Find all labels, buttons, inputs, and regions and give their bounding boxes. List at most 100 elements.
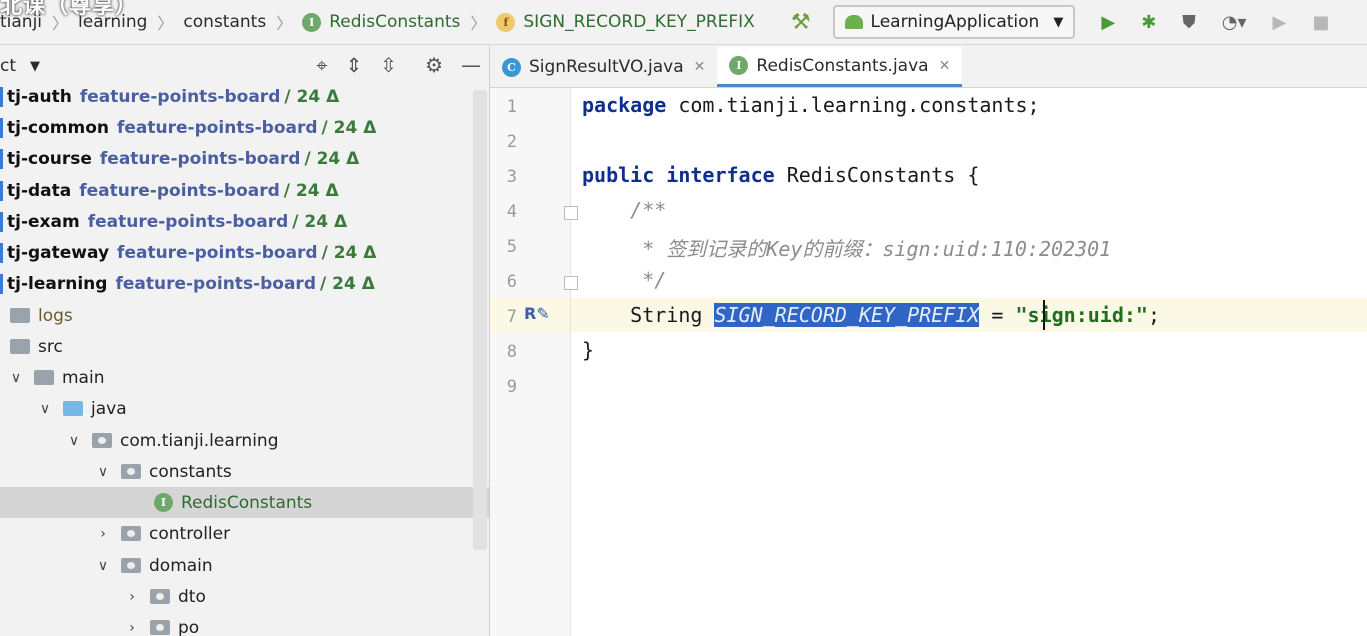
- tree-item-domain[interactable]: ∨ domain: [0, 550, 489, 581]
- tree-item-dto[interactable]: › dto: [0, 581, 489, 612]
- collapse-icon[interactable]: ⇳: [380, 53, 397, 77]
- tree-item-label: RedisConstants: [181, 492, 313, 513]
- chevron-right-icon: 〉: [157, 14, 174, 33]
- folder-icon: [34, 370, 54, 385]
- module-name: tj-gateway: [7, 242, 110, 263]
- fold-marker-icon[interactable]: [564, 206, 578, 220]
- interface-icon: I: [302, 12, 322, 32]
- hammer-icon[interactable]: ⚒: [791, 10, 811, 35]
- crosshair-icon[interactable]: ⌖: [316, 53, 327, 77]
- coverage-icon[interactable]: ⛊: [1182, 12, 1196, 33]
- chevron-down-icon[interactable]: ∨: [6, 370, 26, 386]
- run-disabled-icon[interactable]: ▶: [1273, 12, 1287, 33]
- project-panel-title[interactable]: ct: [0, 56, 16, 76]
- tree-item-module[interactable]: tj-common feature-points-board/ 24 Δ: [0, 112, 489, 143]
- project-tree-scrollbar[interactable]: [473, 90, 487, 550]
- stop-icon[interactable]: ■: [1312, 12, 1329, 33]
- tree-item-logs[interactable]: logs: [0, 300, 489, 331]
- tree-item-main[interactable]: ∨ main: [0, 362, 489, 393]
- git-branch: feature-points-board: [116, 117, 318, 138]
- code-line-1[interactable]: package com.tianji.learning.constants;: [582, 93, 1040, 117]
- tree-item-module[interactable]: tj-gateway feature-points-board/ 24 Δ: [0, 237, 489, 268]
- module-mark: [0, 117, 3, 138]
- tree-item-controller[interactable]: › controller: [0, 518, 489, 549]
- field-icon: f: [496, 12, 516, 32]
- breadcrumb-label: SIGN_RECORD_KEY_PREFIX: [523, 12, 755, 32]
- breadcrumb-item[interactable]: f SIGN_RECORD_KEY_PREFIX: [496, 12, 755, 32]
- run-configuration-select[interactable]: LearningApplication ▼: [832, 5, 1076, 39]
- fold-marker-icon[interactable]: [564, 276, 578, 290]
- code-line-6[interactable]: */: [582, 268, 666, 292]
- run-icon[interactable]: ▶: [1101, 12, 1115, 33]
- keyword: interface: [666, 163, 775, 187]
- chevron-right-icon[interactable]: ›: [122, 589, 142, 605]
- chevron-down-icon[interactable]: ∨: [93, 558, 113, 574]
- tree-item-package[interactable]: ∨ com.tianji.learning: [0, 425, 489, 456]
- implementation-marker-icon[interactable]: R✎: [524, 304, 550, 323]
- git-delta: / 24 Δ: [321, 242, 377, 263]
- tree-item-label: com.tianji.learning: [120, 430, 279, 451]
- chevron-down-icon[interactable]: ∨: [93, 464, 113, 480]
- gear-icon[interactable]: ⚙: [425, 53, 443, 77]
- keyword: package: [582, 93, 667, 117]
- tree-item-java[interactable]: ∨ java: [0, 393, 489, 424]
- chevron-down-icon[interactable]: ∨: [64, 433, 84, 449]
- chevron-right-icon: 〉: [276, 14, 293, 33]
- module-mark: [0, 273, 3, 294]
- package-name: com.tianji.learning.constants;: [666, 93, 1040, 117]
- tree-item-module[interactable]: tj-learning feature-points-board/ 24 Δ: [0, 268, 489, 299]
- navigation-bar: tianji 〉 learning 〉 constants 〉 I RedisConst…: [0, 0, 1367, 45]
- selected-constant: SIGN_RECORD_KEY_PREFIX: [714, 303, 980, 327]
- chevron-down-icon[interactable]: ∨: [35, 401, 55, 417]
- tree-item-module[interactable]: tj-auth feature-points-board/ 24 Δ: [0, 87, 489, 112]
- code-line-3[interactable]: public interface RedisConstants {: [582, 163, 979, 187]
- tree-item-module[interactable]: tj-course feature-points-board/ 24 Δ: [0, 143, 489, 174]
- editor-tabs: C SignResultVO.java ✕ I RedisConstants.java…: [490, 45, 1367, 88]
- chevron-down-icon[interactable]: ▼: [30, 59, 40, 74]
- tree-item-label: domain: [149, 555, 213, 576]
- tree-item-po[interactable]: › po: [0, 612, 489, 636]
- expand-icon[interactable]: ⇕: [346, 53, 363, 77]
- breadcrumb-item[interactable]: I RedisConstants 〉: [302, 10, 496, 34]
- run-configuration-label: LearningApplication: [870, 12, 1040, 32]
- profile-icon[interactable]: ◔▾: [1222, 12, 1247, 33]
- tab-signresultvo[interactable]: C SignResultVO.java ✕: [490, 47, 717, 87]
- debug-icon[interactable]: ✱: [1141, 12, 1156, 33]
- gutter-divider: [570, 88, 571, 636]
- tree-item-label: constants: [149, 461, 232, 482]
- git-delta: / 24 Δ: [292, 211, 348, 232]
- tab-label: SignResultVO.java: [529, 57, 684, 77]
- line-number: 5: [506, 237, 517, 257]
- tab-redisconstants[interactable]: I RedisConstants.java ✕: [717, 47, 963, 87]
- code-line-8[interactable]: }: [582, 338, 594, 362]
- breadcrumb-item[interactable]: constants 〉: [183, 10, 302, 34]
- tree-item-src[interactable]: src: [0, 331, 489, 362]
- code-line-7[interactable]: String SIGN_RECORD_KEY_PREFIX = "sign:ui…: [582, 303, 1160, 327]
- git-delta: / 24 Δ: [319, 273, 375, 294]
- chevron-right-icon[interactable]: ›: [93, 526, 113, 542]
- code-line-5[interactable]: * 签到记录的Key的前缀：sign:uid:110:202301: [582, 233, 1111, 262]
- tree-item-module[interactable]: tj-exam feature-points-board/ 24 Δ: [0, 206, 489, 237]
- git-delta: / 24 Δ: [283, 180, 339, 201]
- git-branch: feature-points-board: [79, 87, 281, 107]
- chevron-right-icon[interactable]: ›: [122, 620, 142, 636]
- line-number: 9: [506, 377, 517, 397]
- package-icon: [150, 620, 170, 635]
- module-name: tj-auth: [7, 87, 72, 107]
- chevron-down-icon: ▼: [1053, 14, 1064, 30]
- line-number: 3: [506, 167, 517, 187]
- close-icon[interactable]: ✕: [939, 58, 951, 74]
- minimize-icon[interactable]: —: [461, 53, 481, 77]
- module-mark: [0, 148, 3, 169]
- module-name: tj-course: [7, 148, 92, 169]
- git-branch: feature-points-board: [115, 273, 316, 294]
- text-cursor: [1043, 300, 1045, 330]
- code-line-4[interactable]: /**: [582, 198, 666, 222]
- package-icon: [121, 464, 141, 479]
- close-icon[interactable]: ✕: [694, 59, 706, 75]
- tree-item-redisconstants[interactable]: I RedisConstants: [0, 487, 489, 518]
- tree-item-label: java: [91, 398, 127, 419]
- tree-item-module[interactable]: tj-data feature-points-board/ 24 Δ: [0, 175, 489, 206]
- tree-item-constants[interactable]: ∨ constants: [0, 456, 489, 487]
- git-delta: / 24 Δ: [304, 148, 360, 169]
